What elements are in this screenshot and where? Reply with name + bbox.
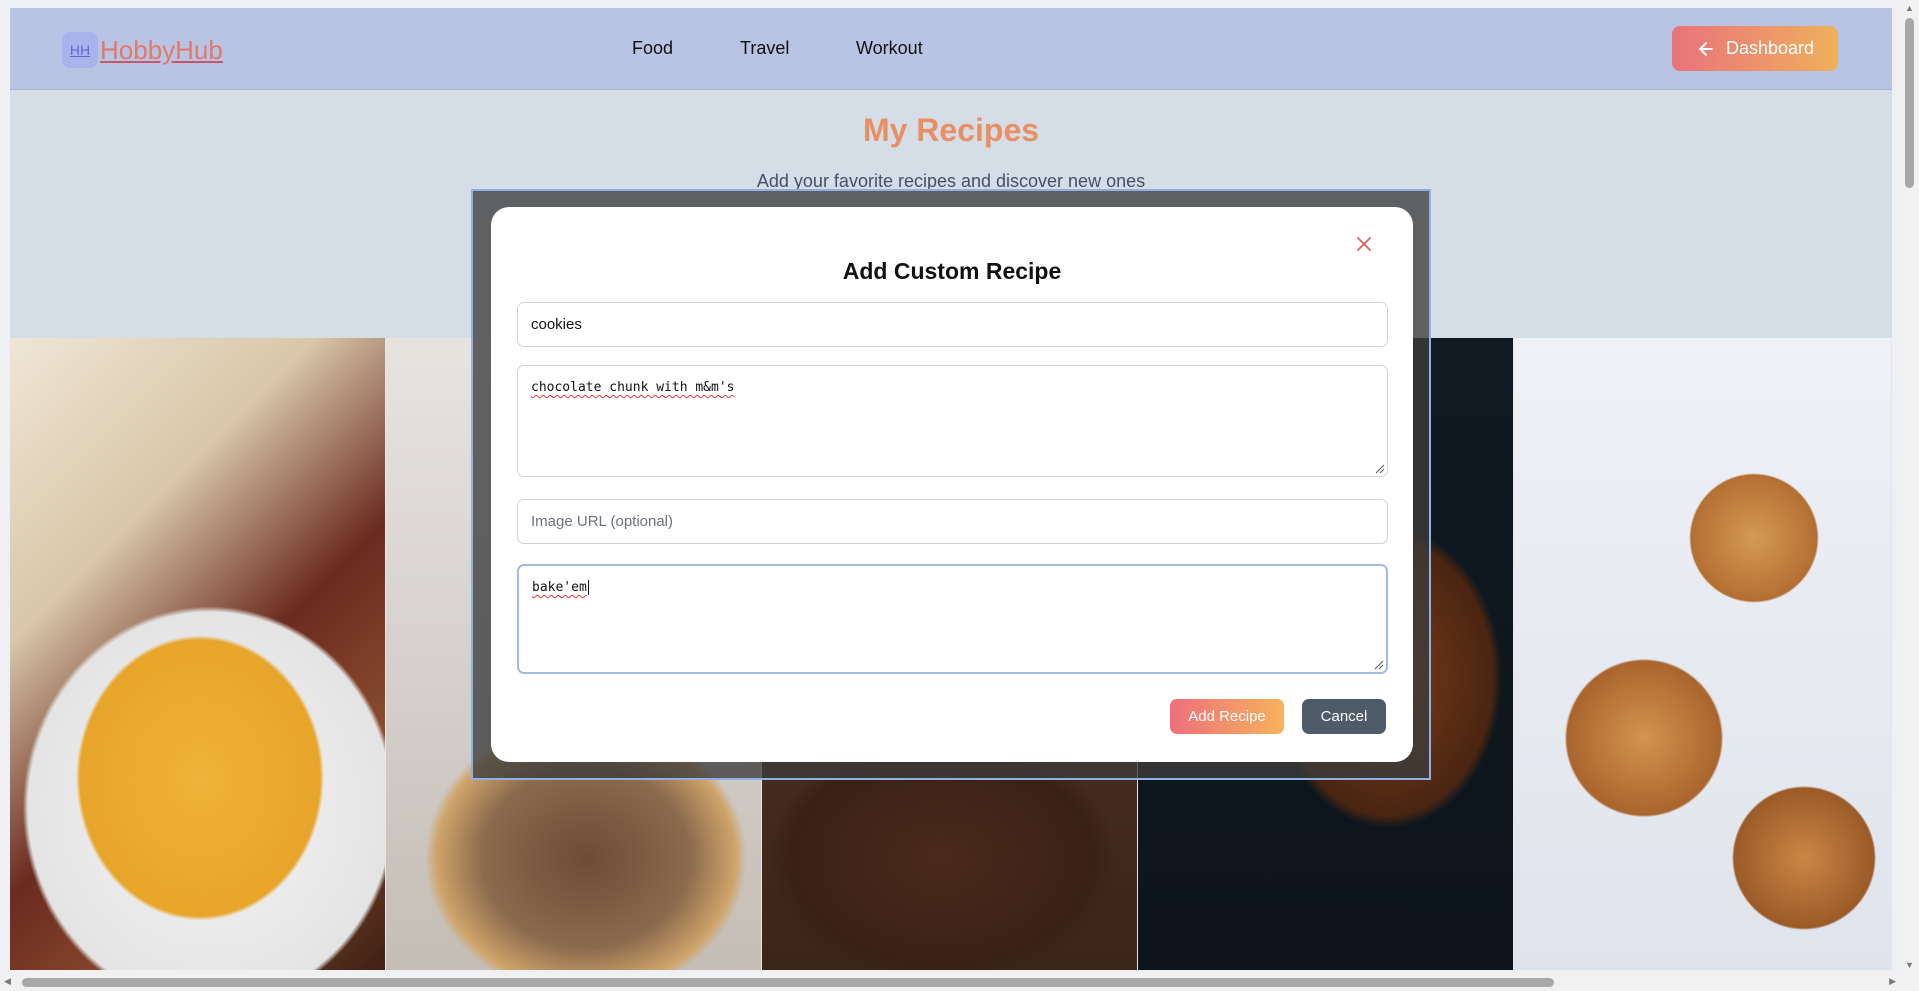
recipe-steps-textarea[interactable]: bake'em [517, 564, 1388, 674]
steps-text: bake'em [532, 580, 587, 595]
resize-grip-icon[interactable] [1375, 464, 1385, 474]
resize-grip-icon[interactable] [1374, 660, 1384, 670]
scroll-left-icon[interactable]: ◀ [4, 976, 11, 987]
nav-food[interactable]: Food [632, 38, 673, 59]
top-header: HH HobbyHub Food Travel Workout Dashboar… [10, 8, 1892, 90]
horizontal-scroll-thumb[interactable] [22, 978, 1554, 987]
recipe-card-image[interactable] [1514, 338, 1892, 970]
page-title: My Recipes [862, 112, 1040, 148]
recipe-description-textarea[interactable]: chocolate chunk with m&m's [517, 365, 1388, 477]
scroll-right-icon[interactable]: ▶ [1889, 976, 1896, 987]
dashboard-label: Dashboard [1725, 38, 1815, 58]
image-url-input[interactable]: Image URL (optional) [517, 499, 1388, 544]
logo-badge[interactable]: HH [62, 32, 98, 68]
vertical-scroll-thumb[interactable] [1905, 18, 1914, 188]
description-text: chocolate chunk with m&m's [531, 380, 735, 395]
modal-title: Add Custom Recipe [842, 258, 1062, 284]
scroll-up-icon[interactable]: ▲ [1905, 3, 1914, 13]
close-button[interactable] [1353, 233, 1375, 255]
add-recipe-modal: Add Custom Recipe cookies chocolate chun… [491, 207, 1413, 762]
logo[interactable]: HH HobbyHub [62, 32, 223, 68]
vertical-scrollbar[interactable]: ▲ ▼ [1900, 0, 1919, 991]
close-icon [1357, 237, 1371, 251]
horizontal-scrollbar[interactable]: ◀ ▶ [0, 973, 1900, 991]
text-cursor [587, 580, 589, 595]
nav-workout[interactable]: Workout [856, 38, 923, 59]
logo-text[interactable]: HobbyHub [100, 35, 223, 66]
cancel-button[interactable]: Cancel [1302, 699, 1386, 734]
recipe-card-image[interactable] [10, 338, 386, 970]
recipe-name-input[interactable]: cookies [517, 302, 1388, 347]
nav-travel[interactable]: Travel [740, 38, 789, 59]
dashboard-button[interactable]: Dashboard [1672, 26, 1838, 71]
arrow-left-icon [1699, 41, 1713, 56]
scroll-down-icon[interactable]: ▼ [1905, 960, 1914, 970]
add-recipe-button[interactable]: Add Recipe [1170, 699, 1284, 734]
